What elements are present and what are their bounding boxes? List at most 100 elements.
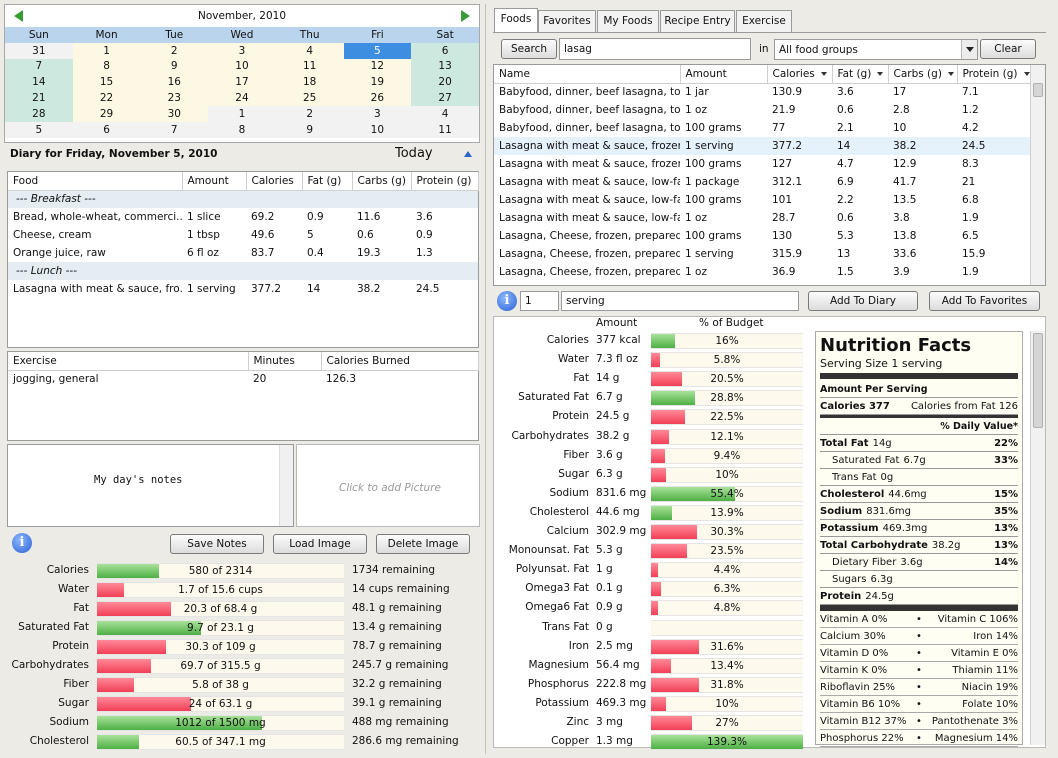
collapse-up-icon[interactable]	[464, 151, 472, 157]
calendar-day[interactable]: 23	[140, 90, 209, 106]
nutrient-panel-scrollbar-thumb[interactable]	[1033, 333, 1043, 428]
calendar-day[interactable]: 17	[208, 74, 276, 91]
next-month-arrow-icon[interactable]	[461, 10, 470, 22]
column-header[interactable]: Name	[494, 65, 681, 84]
calendar-day[interactable]: 12	[343, 58, 412, 75]
column-header[interactable]: Protein (g)	[957, 65, 1032, 84]
calendar-day[interactable]: 19	[343, 74, 412, 91]
column-header[interactable]: Fat (g)	[832, 65, 889, 84]
calendar-day[interactable]: 5	[5, 121, 73, 138]
calendar-day[interactable]: 30	[140, 105, 209, 122]
tab-my-foods[interactable]: My Foods	[597, 10, 659, 32]
food-log-row[interactable]: Bread, whole-wheat, commerci... 1 slice 69…	[8, 208, 478, 226]
calendar-day[interactable]: 26	[343, 90, 412, 106]
tab-recipe-entry[interactable]: Recipe Entry	[660, 10, 735, 32]
column-header[interactable]: Exercise	[8, 352, 249, 371]
calendar-day[interactable]: 28	[5, 105, 73, 122]
serving-unit-field[interactable]: serving	[561, 291, 799, 311]
calendar-day[interactable]: 3	[208, 42, 276, 59]
calendar-day[interactable]: 10	[208, 58, 276, 75]
result-row[interactable]: Lasagna, Cheese, frozen, prepared 1 oz 36.…	[494, 263, 1031, 281]
info-icon[interactable]: i	[12, 533, 32, 553]
food-group-select[interactable]: All food groups	[774, 39, 978, 60]
calendar-day[interactable]: 11	[275, 58, 344, 75]
food-log-row[interactable]: Lasagna with meat & sauce, fro... 1 servi…	[8, 280, 478, 298]
notes-text[interactable]: My day's notes	[94, 474, 183, 486]
save-notes-button[interactable]: Save Notes	[170, 534, 264, 554]
delete-image-button[interactable]: Delete Image	[376, 534, 470, 554]
column-header[interactable]: Carbs (g)	[352, 172, 412, 191]
result-row[interactable]: Lasagna with meat & sauce, low-fat, froz…	[494, 209, 1031, 227]
calendar-day[interactable]: 9	[275, 121, 344, 138]
result-row[interactable]: Babyfood, dinner, beef lasagna, toddler 1…	[494, 101, 1031, 119]
chevron-down-icon[interactable]	[961, 40, 977, 59]
sort-arrow-icon[interactable]	[820, 71, 827, 76]
calendar-day[interactable]: 6	[72, 121, 141, 138]
tab-foods[interactable]: Foods	[494, 8, 538, 33]
result-row[interactable]: Babyfood, dinner, beef lasagna, toddler 1…	[494, 83, 1031, 101]
column-header[interactable]: Fat (g)	[302, 172, 353, 191]
column-header[interactable]: Amount	[182, 172, 247, 191]
calendar-day[interactable]: 15	[72, 74, 141, 91]
notes-area[interactable]: My day's notes	[7, 444, 294, 527]
quantity-input[interactable]: 1	[520, 291, 559, 311]
calendar-day[interactable]: 1	[208, 105, 276, 122]
calendar-day[interactable]: 3	[343, 105, 412, 122]
add-to-diary-button[interactable]: Add To Diary	[808, 291, 918, 311]
picture-area[interactable]: Click to add Picture	[296, 444, 480, 527]
previous-month-arrow-icon[interactable]	[14, 10, 23, 22]
calendar-day[interactable]: 21	[5, 90, 73, 106]
calendar-day[interactable]: 18	[275, 74, 344, 91]
calendar-day-selected[interactable]: 5	[343, 42, 412, 59]
calendar-day[interactable]: 7	[5, 58, 73, 75]
calendar-day[interactable]: 1	[72, 42, 141, 59]
search-input[interactable]: lasag	[559, 38, 751, 60]
column-header[interactable]: Amount	[680, 65, 768, 84]
tab-favorites[interactable]: Favorites	[538, 10, 596, 32]
search-button[interactable]: Search	[501, 39, 557, 59]
calendar-day[interactable]: 8	[72, 58, 141, 75]
exercise-row[interactable]: jogging, general 20 126.3	[8, 370, 478, 388]
column-header[interactable]: Protein (g)	[411, 172, 479, 191]
calendar-day[interactable]: 10	[343, 121, 412, 138]
result-row-selected[interactable]: Lasagna with meat & sauce, frozen entree…	[494, 137, 1031, 155]
calendar-day[interactable]: 4	[275, 42, 344, 59]
info-icon[interactable]: i	[497, 291, 517, 311]
column-header[interactable]: Minutes	[248, 352, 322, 371]
calendar-day[interactable]: 11	[411, 121, 479, 138]
calendar-day[interactable]: 7	[140, 121, 209, 138]
calendar-day[interactable]: 20	[411, 74, 479, 91]
add-to-favorites-button[interactable]: Add To Favorites	[929, 291, 1040, 311]
calendar-day[interactable]: 16	[140, 74, 209, 91]
food-log-row[interactable]: Orange juice, raw 6 fl oz 83.7 0.4 19.3 1.3	[8, 244, 478, 262]
calendar-day[interactable]: 24	[208, 90, 276, 106]
calendar-day[interactable]: 8	[208, 121, 276, 138]
results-scrollbar-thumb[interactable]	[1033, 83, 1043, 97]
calendar-day[interactable]: 25	[275, 90, 344, 106]
column-header[interactable]: Food	[8, 172, 183, 191]
add-picture-placeholder[interactable]: Click to add Picture	[339, 482, 441, 494]
calendar-day[interactable]: 2	[275, 105, 344, 122]
notes-scrollbar[interactable]	[279, 445, 293, 526]
sort-arrow-icon[interactable]	[947, 71, 954, 76]
calendar-day[interactable]: 29	[72, 105, 141, 122]
calendar-day[interactable]: 13	[411, 58, 479, 75]
sort-arrow-icon[interactable]	[1023, 71, 1030, 76]
result-row[interactable]: Lasagna with meat & sauce, low-fat, froz…	[494, 173, 1031, 191]
calendar-day[interactable]: 9	[140, 58, 209, 75]
calendar-day[interactable]: 14	[5, 74, 73, 91]
result-row[interactable]: Lasagna with meat & sauce, low-fat, froz…	[494, 191, 1031, 209]
result-row[interactable]: Babyfood, dinner, beef lasagna, toddler 1…	[494, 119, 1031, 137]
tab-exercise[interactable]: Exercise	[736, 10, 792, 32]
result-row[interactable]: Lasagna, Cheese, frozen, prepared 100 gra…	[494, 227, 1031, 245]
calendar-day[interactable]: 4	[411, 105, 479, 122]
food-log-row[interactable]: Cheese, cream 1 tbsp 49.6 5 0.6 0.9	[8, 226, 478, 244]
calendar-day[interactable]: 22	[72, 90, 141, 106]
calendar-day[interactable]: 27	[411, 90, 479, 106]
result-row[interactable]: Lasagna with meat & sauce, frozen entree…	[494, 155, 1031, 173]
load-image-button[interactable]: Load Image	[273, 534, 367, 554]
column-header[interactable]: Calories	[246, 172, 303, 191]
calendar-day[interactable]: 2	[140, 42, 209, 59]
sort-arrow-icon[interactable]	[877, 71, 884, 76]
calendar-day[interactable]: 6	[411, 42, 479, 59]
